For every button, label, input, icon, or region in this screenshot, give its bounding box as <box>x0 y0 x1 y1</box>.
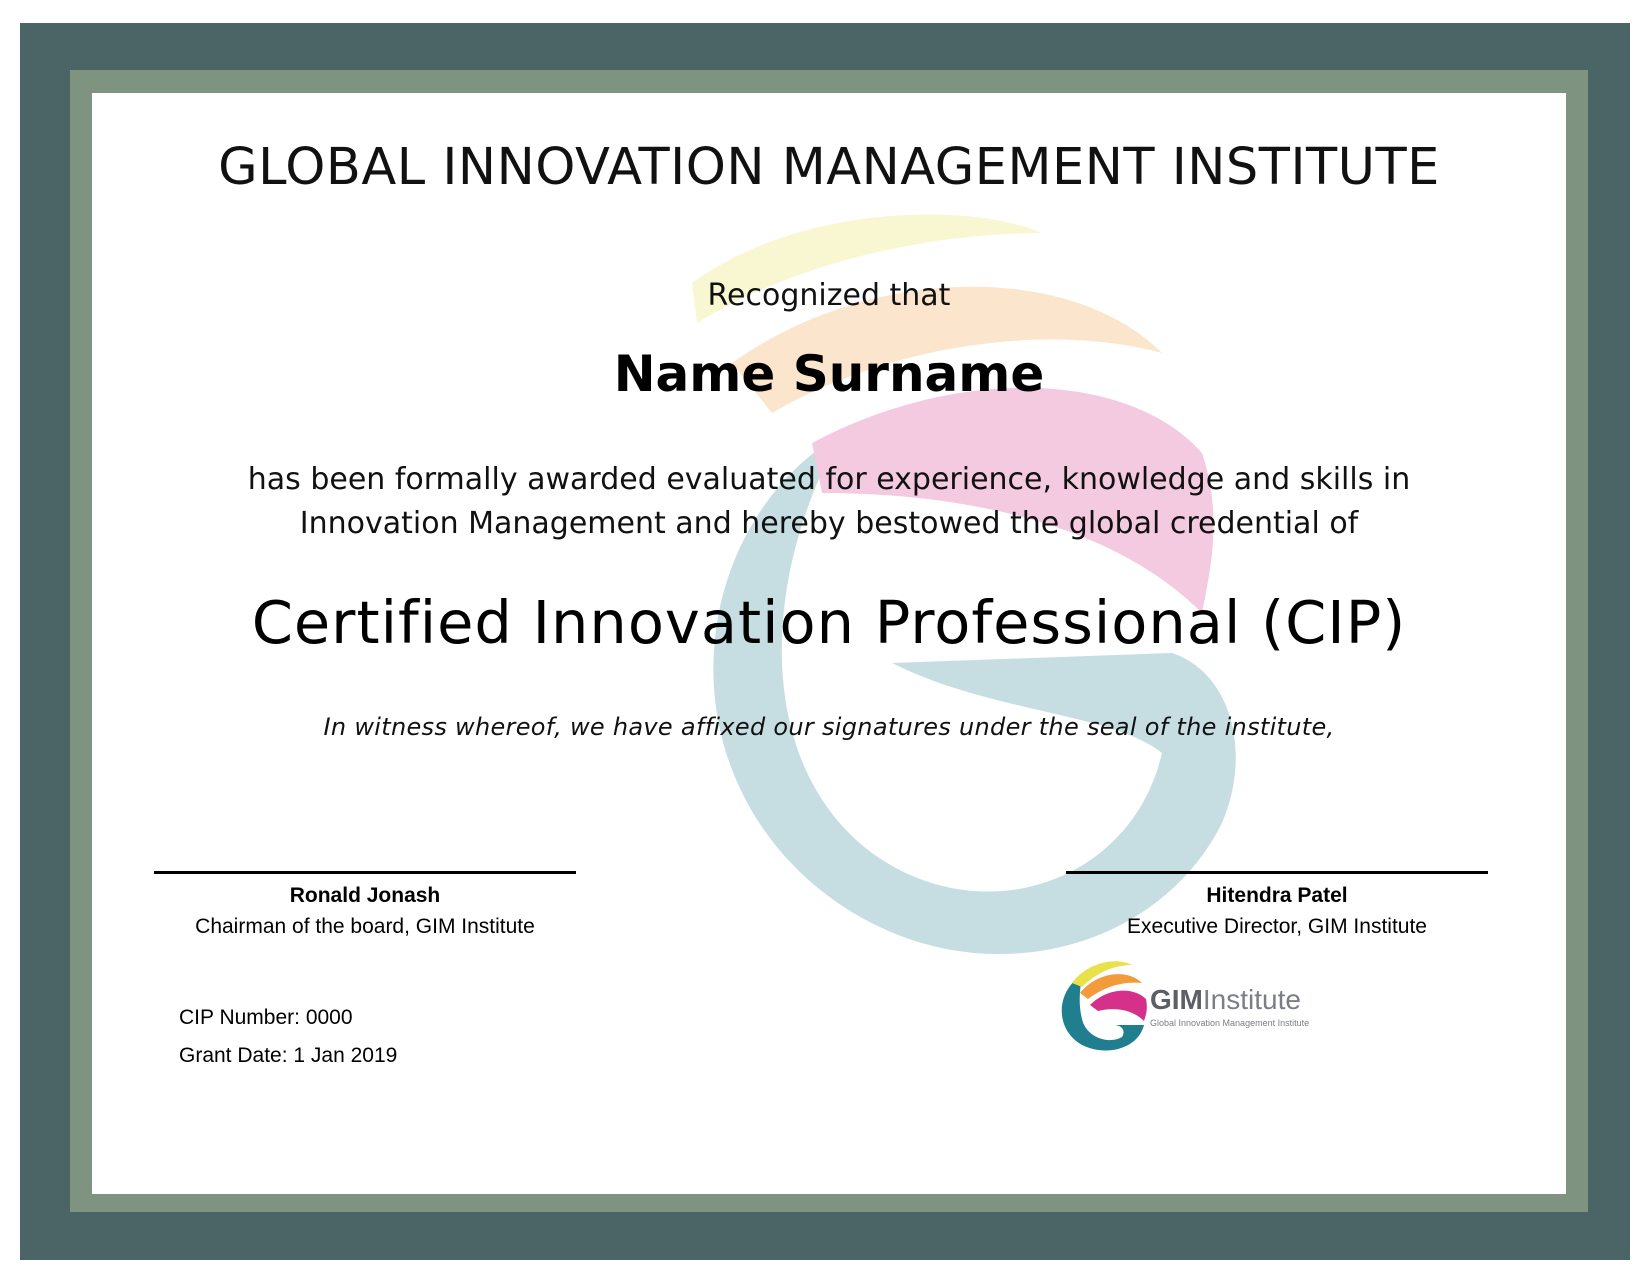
award-line-1: has been formally awarded evaluated for … <box>247 462 1411 497</box>
logo-subtitle: Global Innovation Management Institute <box>1150 1018 1310 1028</box>
credential-title: Certified Innovation Professional (CIP) <box>251 588 1407 657</box>
certificate-details: CIP Number: 0000 Grant Date: 1 Jan 2019 <box>179 1006 397 1082</box>
recognized-text: Recognized that <box>707 278 951 313</box>
cip-number: CIP Number: 0000 <box>179 1006 353 1029</box>
signature-line-right <box>1066 871 1488 874</box>
logo-wordmark: GIMInstitute Global Innovation Managemen… <box>1150 984 1310 1029</box>
certificate-paper: GLOBAL INNOVATION MANAGEMENT INSTITUTE R… <box>92 93 1566 1194</box>
signatory-chairman: Ronald Jonash Chairman of the board, GIM… <box>135 881 595 943</box>
logo-text-bold: GIM <box>1150 984 1203 1015</box>
witness-statement: In witness whereof, we have affixed our … <box>323 713 1335 741</box>
signatory-director: Hitendra Patel Executive Director, GIM I… <box>1047 881 1507 943</box>
grant-date: Grant Date: 1 Jan 2019 <box>179 1044 398 1067</box>
signatory-name: Ronald Jonash <box>289 884 441 907</box>
signatory-name: Hitendra Patel <box>1206 884 1348 907</box>
signature-line-left <box>154 871 576 874</box>
recipient-name: Name Surname <box>613 345 1045 403</box>
signatory-role: Executive Director, GIM Institute <box>1127 915 1427 938</box>
award-statement: has been formally awarded evaluated for … <box>92 458 1566 546</box>
award-line-2: Innovation Management and hereby bestowe… <box>299 506 1359 541</box>
signatory-role: Chairman of the board, GIM Institute <box>195 915 535 938</box>
institute-title: GLOBAL INNOVATION MANAGEMENT INSTITUTE <box>218 138 1440 197</box>
logo-text-light: Institute <box>1202 984 1301 1015</box>
